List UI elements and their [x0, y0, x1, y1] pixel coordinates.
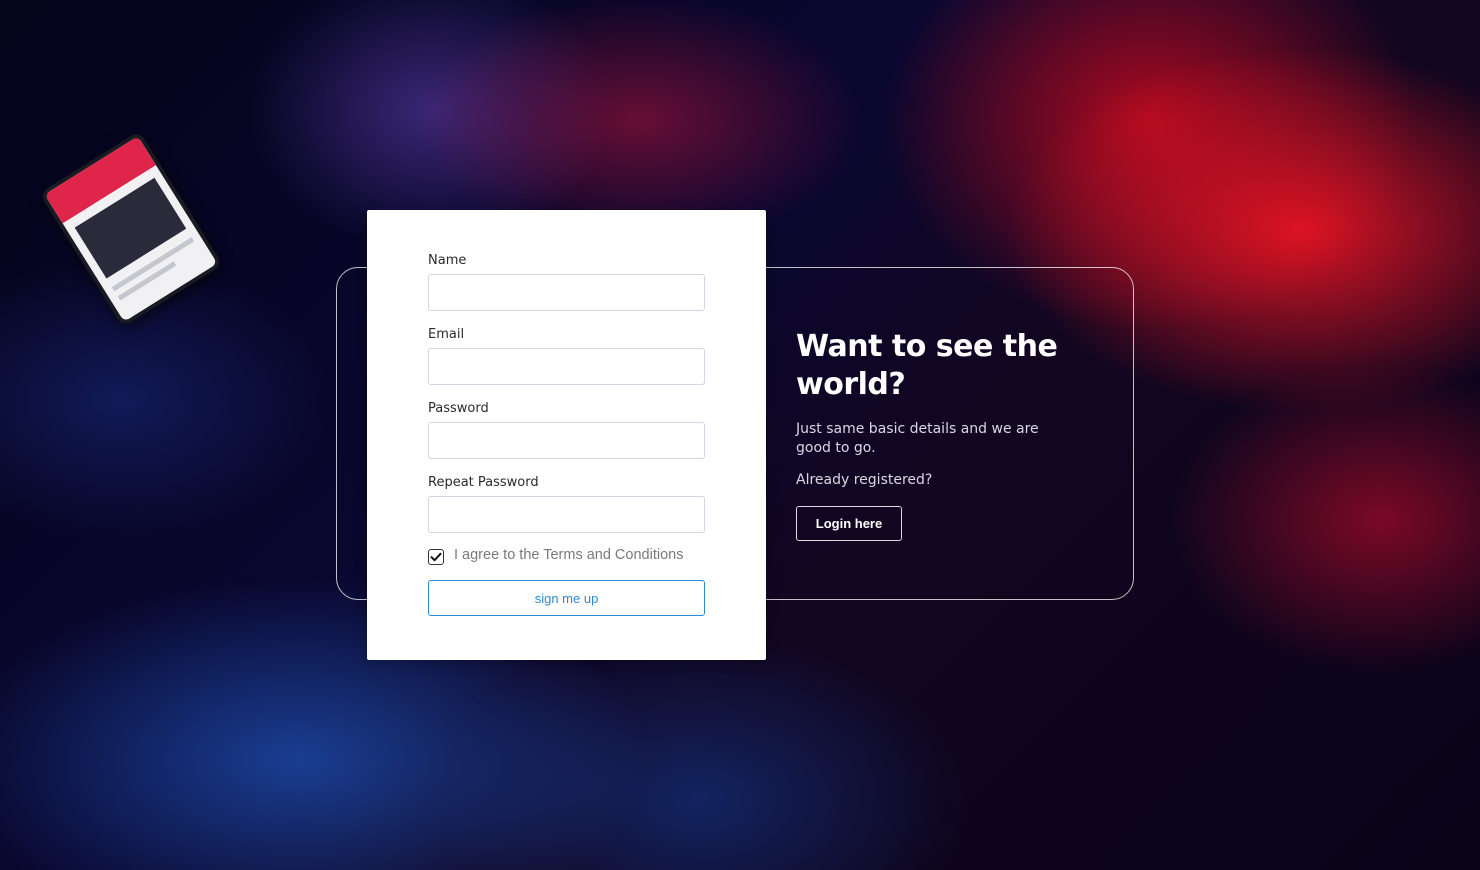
- name-input[interactable]: [428, 274, 705, 311]
- email-label: Email: [428, 327, 465, 342]
- terms-label: I agree to the Terms and Conditions: [454, 547, 684, 563]
- checkmark-icon: [430, 552, 442, 562]
- already-registered-text: Already registered?: [796, 472, 933, 488]
- promo-title: Want to see the world?: [796, 329, 1058, 402]
- password-input[interactable]: [428, 422, 705, 459]
- email-input[interactable]: [428, 348, 705, 385]
- login-here-button[interactable]: Login here: [796, 506, 902, 541]
- sign-up-button[interactable]: sign me up: [428, 580, 705, 616]
- terms-checkbox[interactable]: [428, 549, 444, 565]
- repeat-password-label: Repeat Password: [428, 475, 539, 490]
- promo-description: Just same basic details and we are good …: [796, 421, 1039, 456]
- phone-image: [39, 130, 223, 328]
- name-label: Name: [428, 253, 467, 268]
- password-label: Password: [428, 401, 489, 416]
- signup-form-card: Name Email Password Repeat Password I ag…: [367, 210, 766, 660]
- repeat-password-input[interactable]: [428, 496, 705, 533]
